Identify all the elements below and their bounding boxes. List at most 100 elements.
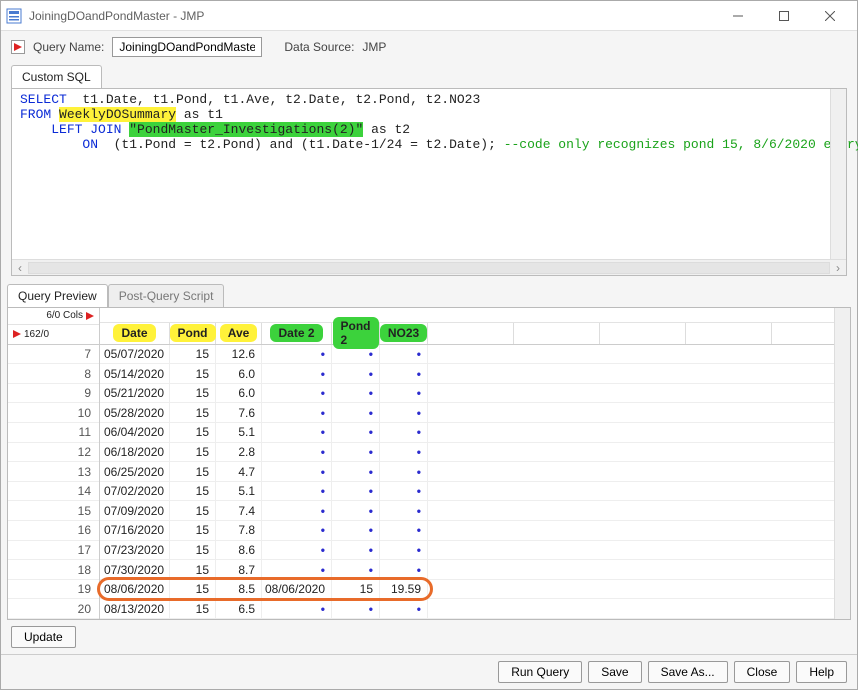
col-empty-1[interactable]: [428, 323, 514, 344]
save-button[interactable]: Save: [588, 661, 641, 683]
update-button[interactable]: Update: [11, 626, 76, 648]
cell[interactable]: •: [262, 541, 332, 560]
cell[interactable]: 06/18/2020: [100, 443, 170, 462]
cell[interactable]: 7.4: [216, 501, 262, 520]
cell[interactable]: •: [332, 560, 380, 579]
row-number[interactable]: 20: [8, 599, 99, 619]
col-empty-4[interactable]: [686, 323, 772, 344]
save-as-button[interactable]: Save As...: [648, 661, 728, 683]
query-name-input[interactable]: [112, 37, 262, 57]
cell[interactable]: •: [262, 364, 332, 383]
maximize-button[interactable]: [761, 1, 807, 31]
table-row[interactable]: 07/30/2020158.7•••: [100, 560, 850, 580]
cell[interactable]: 12.6: [216, 345, 262, 364]
cell[interactable]: 15: [170, 345, 216, 364]
cell[interactable]: •: [332, 521, 380, 540]
row-number[interactable]: 12: [8, 443, 99, 463]
cell[interactable]: •: [262, 443, 332, 462]
table-row[interactable]: 05/14/2020156.0•••: [100, 364, 850, 384]
col-pond2[interactable]: Pond 2: [332, 323, 380, 344]
close-button[interactable]: [807, 1, 853, 31]
cell[interactable]: 07/16/2020: [100, 521, 170, 540]
cell[interactable]: 15: [170, 501, 216, 520]
cell[interactable]: •: [332, 541, 380, 560]
cell[interactable]: 5.1: [216, 482, 262, 501]
tab-post-query-script[interactable]: Post-Query Script: [108, 284, 225, 307]
cell[interactable]: •: [380, 521, 428, 540]
cell[interactable]: 8.7: [216, 560, 262, 579]
row-number[interactable]: 16: [8, 521, 99, 541]
cell[interactable]: 15: [170, 599, 216, 618]
cell[interactable]: •: [380, 403, 428, 422]
cell[interactable]: •: [332, 384, 380, 403]
cell[interactable]: •: [262, 345, 332, 364]
cell[interactable]: •: [262, 462, 332, 481]
table-row[interactable]: 07/23/2020158.6•••: [100, 541, 850, 561]
table-row[interactable]: 05/21/2020156.0•••: [100, 384, 850, 404]
cell[interactable]: •: [380, 560, 428, 579]
row-number[interactable]: 7: [8, 345, 99, 365]
scroll-left-icon[interactable]: ‹: [12, 261, 28, 275]
rows-indicator[interactable]: 162/0: [8, 325, 99, 345]
cell[interactable]: 5.1: [216, 423, 262, 442]
cell[interactable]: •: [262, 384, 332, 403]
cell[interactable]: 15: [170, 403, 216, 422]
cell[interactable]: 15: [170, 580, 216, 599]
cell[interactable]: 6.0: [216, 364, 262, 383]
table-row[interactable]: 07/02/2020155.1•••: [100, 482, 850, 502]
rows-menu-icon[interactable]: [12, 329, 22, 339]
cell[interactable]: •: [380, 462, 428, 481]
row-number[interactable]: 15: [8, 501, 99, 521]
cell[interactable]: 06/25/2020: [100, 462, 170, 481]
cell[interactable]: •: [332, 345, 380, 364]
cell[interactable]: •: [332, 364, 380, 383]
cell[interactable]: •: [332, 443, 380, 462]
cell[interactable]: 05/14/2020: [100, 364, 170, 383]
tab-custom-sql[interactable]: Custom SQL: [11, 65, 102, 88]
cell[interactable]: •: [332, 423, 380, 442]
cell[interactable]: 08/06/2020: [262, 580, 332, 599]
disclosure-icon[interactable]: [11, 40, 25, 54]
grid-vertical-scrollbar[interactable]: [834, 308, 850, 619]
cell[interactable]: 2.8: [216, 443, 262, 462]
cell[interactable]: 15: [332, 580, 380, 599]
cell[interactable]: •: [380, 482, 428, 501]
table-row[interactable]: 06/04/2020155.1•••: [100, 423, 850, 443]
cols-indicator[interactable]: 6/0 Cols: [8, 308, 99, 325]
table-row[interactable]: 05/28/2020157.6•••: [100, 403, 850, 423]
cell[interactable]: 15: [170, 541, 216, 560]
cell[interactable]: 15: [170, 462, 216, 481]
cell[interactable]: 7.6: [216, 403, 262, 422]
table-row[interactable]: 08/13/2020156.5•••: [100, 599, 850, 619]
run-query-button[interactable]: Run Query: [498, 661, 582, 683]
col-no23[interactable]: NO23: [380, 323, 428, 344]
cell[interactable]: 08/13/2020: [100, 599, 170, 618]
cell[interactable]: •: [380, 345, 428, 364]
col-date[interactable]: Date: [100, 323, 170, 344]
table-row[interactable]: 07/09/2020157.4•••: [100, 501, 850, 521]
cell[interactable]: 15: [170, 482, 216, 501]
col-ave[interactable]: Ave: [216, 323, 262, 344]
cell[interactable]: 08/06/2020: [100, 580, 170, 599]
cell[interactable]: 15: [170, 384, 216, 403]
cell[interactable]: •: [380, 541, 428, 560]
cell[interactable]: •: [380, 384, 428, 403]
cell[interactable]: 6.0: [216, 384, 262, 403]
cell[interactable]: •: [332, 599, 380, 618]
row-number[interactable]: 10: [8, 403, 99, 423]
cell[interactable]: 19.59: [380, 580, 428, 599]
cell[interactable]: •: [262, 599, 332, 618]
row-number[interactable]: 11: [8, 423, 99, 443]
table-row[interactable]: 06/25/2020154.7•••: [100, 462, 850, 482]
col-empty-3[interactable]: [600, 323, 686, 344]
row-number[interactable]: 13: [8, 462, 99, 482]
row-number[interactable]: 8: [8, 364, 99, 384]
cell[interactable]: 4.7: [216, 462, 262, 481]
table-row[interactable]: 06/18/2020152.8•••: [100, 443, 850, 463]
minimize-button[interactable]: [715, 1, 761, 31]
sql-horizontal-scrollbar[interactable]: ‹ ›: [12, 259, 846, 275]
cell[interactable]: 07/02/2020: [100, 482, 170, 501]
cell[interactable]: 07/23/2020: [100, 541, 170, 560]
table-row[interactable]: 07/16/2020157.8•••: [100, 521, 850, 541]
close-query-button[interactable]: Close: [734, 661, 791, 683]
